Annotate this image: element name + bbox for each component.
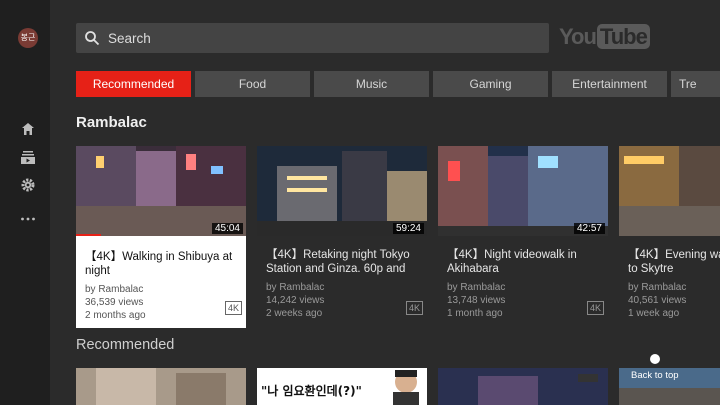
video-views: 14,242 views (266, 295, 325, 306)
4k-badge: 4K (405, 301, 423, 315)
gear-icon[interactable] (20, 177, 36, 193)
video-card[interactable]: 59:24 【4K】Retaking night Tokyo Station a… (257, 146, 427, 328)
video-duration: 42:57 (573, 223, 605, 234)
video-views: 40,561 views (628, 295, 687, 306)
section-title-recommended: Recommended (76, 337, 175, 353)
video-views: 13,748 views (447, 295, 506, 306)
video-card[interactable]: 42:57 【4K】Night videowalk in Akihabara b… (438, 146, 608, 328)
video-age: 1 month ago (447, 308, 503, 319)
video-duration: 59:24 (392, 223, 424, 234)
search-icon (85, 31, 100, 46)
video-age: 2 weeks ago (266, 308, 323, 319)
more-icon[interactable] (20, 211, 36, 227)
section-title-rambalac: Rambalac (76, 114, 147, 131)
video-views: 36,539 views (85, 297, 144, 308)
4k-badge: 4K (586, 301, 604, 315)
video-channel: by Rambalac (266, 282, 325, 293)
video-title: 【4K】Retaking night Tokyo Station and Gin… (266, 249, 410, 275)
chip-entertainment[interactable]: Entertainment (552, 71, 667, 97)
recommended-row: "나 임요환인데(?)" (76, 368, 720, 405)
search-bar[interactable]: Search (76, 23, 549, 53)
back-to-top-label: Back to top (631, 370, 679, 381)
avatar[interactable]: 봉근 (18, 28, 38, 48)
video-duration: 45:04 (211, 223, 243, 234)
category-chips: Recommended Food Music Gaming Entertainment T… (76, 71, 720, 97)
video-thumbnail (619, 146, 720, 236)
video-title: 【4K】Evening wa Asakusa to Skytre (628, 249, 720, 275)
video-card[interactable]: 【4K】Evening wa Asakusa to Skytre by Ramb… (619, 146, 720, 328)
video-thumbnail[interactable] (438, 368, 608, 405)
video-channel: by Rambalac (628, 282, 687, 293)
thumbnail-caption: "나 임요환인데(?)" (261, 384, 362, 398)
video-channel: by Rambalac (85, 284, 144, 295)
video-thumbnail[interactable]: "나 임요환인데(?)" (257, 368, 427, 405)
chip-gaming[interactable]: Gaming (433, 71, 548, 97)
video-title: 【4K】Night videowalk in Akihabara (447, 249, 577, 275)
chip-music[interactable]: Music (314, 71, 429, 97)
4k-badge: 4K (224, 301, 242, 315)
video-thumbnail: 42:57 (438, 146, 608, 236)
back-to-top-button[interactable]: Back to top (631, 354, 679, 381)
chip-trending[interactable]: Tre (671, 71, 720, 97)
chip-recommended[interactable]: Recommended (76, 71, 191, 97)
video-title: 【4K】Walking in Shibuya at night (85, 251, 233, 277)
video-age: 2 months ago (85, 310, 146, 321)
side-rail: 봉근 (0, 0, 50, 405)
back-to-top-icon (649, 354, 660, 364)
video-thumbnail: 59:24 (257, 146, 427, 236)
video-thumbnail[interactable] (76, 368, 246, 405)
chip-food[interactable]: Food (195, 71, 310, 97)
video-card[interactable]: 45:04 【4K】Walking in Shibuya at night by… (76, 146, 246, 328)
search-label: Search (108, 31, 151, 46)
video-age: 1 week ago (628, 308, 680, 319)
video-thumbnail: 45:04 (76, 146, 246, 236)
home-icon[interactable] (20, 121, 36, 137)
subscriptions-icon[interactable] (20, 149, 36, 165)
youtube-logo: You Tube (559, 24, 650, 50)
video-row: 45:04 【4K】Walking in Shibuya at night by… (76, 146, 720, 328)
video-channel: by Rambalac (447, 282, 506, 293)
